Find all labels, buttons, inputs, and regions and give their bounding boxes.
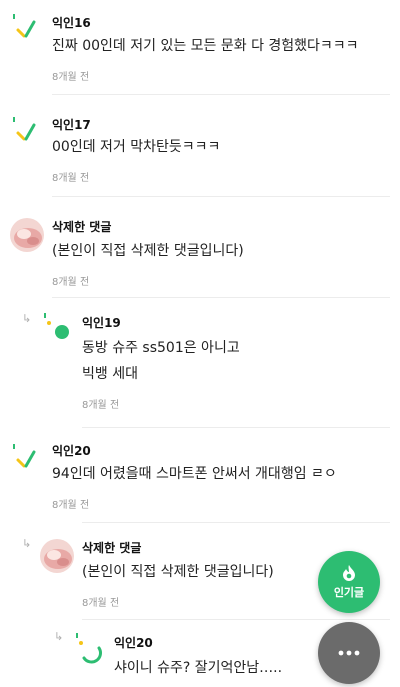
comment-author[interactable]: 익인17 (52, 116, 91, 133)
comment-text: (본인이 직접 삭제한 댓글입니다) (82, 564, 274, 580)
avatar (10, 218, 44, 252)
comment-author[interactable]: 익인16 (52, 14, 91, 31)
popular-posts-label: 인기글 (333, 586, 365, 599)
profile-photo-icon (10, 218, 44, 252)
comment-author[interactable]: 삭제한 댓글 (52, 218, 111, 235)
comment-time: 8개월 전 (52, 500, 90, 511)
arc-logo-icon (76, 633, 102, 664)
avatar (40, 539, 74, 573)
divider (82, 427, 390, 428)
reply-arrow-icon: ↳ (22, 312, 32, 325)
more-dots-icon (338, 650, 360, 656)
comment-author[interactable]: 익인20 (52, 442, 91, 459)
comment-author[interactable]: 익인20 (114, 634, 153, 651)
comment-time: 8개월 전 (82, 400, 120, 411)
comment-time: 8개월 전 (52, 277, 90, 288)
logo-icon (13, 14, 36, 38)
reply-arrow-icon: ↳ (54, 630, 64, 643)
more-button[interactable] (318, 622, 380, 684)
popular-posts-button[interactable]: 인기글 (318, 551, 380, 613)
logo-icon (13, 117, 36, 141)
comment-time: 8개월 전 (52, 72, 90, 83)
comment-item: 익인20 94인데 어렸을때 스마트폰 안써서 개대행임 ㄹㅇ 8개월 전 (0, 430, 400, 523)
logo-icon (13, 444, 36, 468)
comment-author[interactable]: 삭제한 댓글 (82, 539, 141, 556)
comment-item: ↳ 익인19 동방 슈주 ss501은 아니고 빅뱅 세대 8개월 전 (0, 298, 400, 430)
comment-item: 익인16 진짜 00인데 저기 있는 모든 문화 다 경험했다ㅋㅋㅋ 8개월 전 (0, 0, 400, 95)
comment-text: 94인데 어렸을때 스마트폰 안써서 개대행임 ㄹㅇ (52, 466, 337, 482)
flame-icon (343, 565, 355, 581)
comment-item: 익인17 00인데 저거 막차탄듯ㅋㅋㅋ 8개월 전 (0, 95, 400, 197)
comment-time: 8개월 전 (52, 173, 90, 184)
reply-arrow-icon: ↳ (22, 537, 32, 550)
comment-author[interactable]: 익인19 (82, 314, 121, 331)
comment-item: 삭제한 댓글 (본인이 직접 삭제한 댓글입니다) 8개월 전 (0, 197, 400, 298)
comment-text: 진짜 00인데 저기 있는 모든 문화 다 경험했다ㅋㅋㅋ (52, 38, 359, 54)
profile-photo-icon (40, 539, 74, 573)
green-dot-logo-icon (44, 313, 69, 339)
comment-time: 8개월 전 (82, 598, 120, 609)
comment-text: 00인데 저거 막차탄듯ㅋㅋㅋ (52, 139, 221, 155)
comment-text: 동방 슈주 ss501은 아니고 (82, 340, 240, 356)
comment-text: (본인이 직접 삭제한 댓글입니다) (52, 243, 244, 259)
comment-text: 빅뱅 세대 (82, 366, 138, 382)
comment-text: 샤이니 슈주? 잘기억안남….. (114, 660, 283, 676)
